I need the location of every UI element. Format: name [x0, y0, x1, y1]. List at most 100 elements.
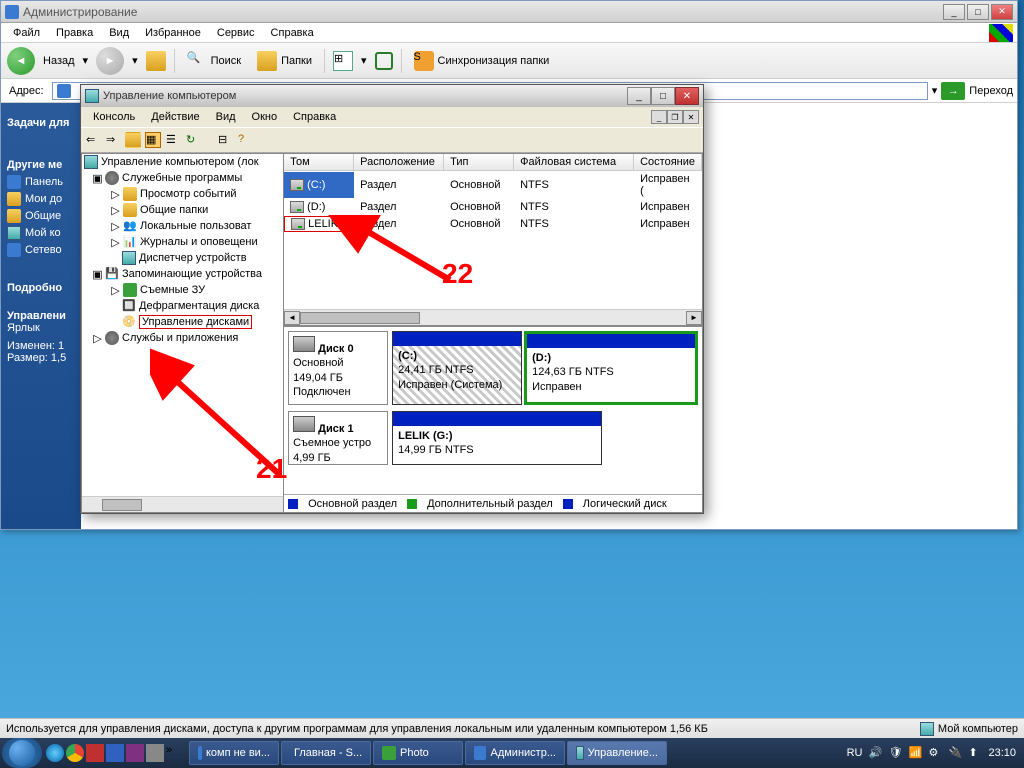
ql-ie-icon[interactable] — [46, 744, 64, 762]
col-state[interactable]: Состояние — [634, 154, 702, 170]
subwin-close[interactable]: ✕ — [683, 110, 699, 124]
col-fs[interactable]: Файловая система — [514, 154, 634, 170]
expand-icon[interactable]: ▷ — [110, 285, 121, 296]
go-button[interactable]: → — [941, 82, 965, 100]
mmc-menu-console[interactable]: Консоль — [85, 109, 143, 125]
volume-header[interactable]: Том Расположение Тип Файловая система Со… — [284, 154, 702, 171]
tb-back-icon[interactable]: ⇐ — [85, 132, 101, 148]
volume-g-box[interactable]: LELIK (G:) 14,99 ГБ NTFS — [392, 411, 602, 465]
volume-list[interactable]: Том Расположение Тип Файловая система Со… — [284, 154, 702, 309]
tree-item[interactable]: ▷Просмотр событий — [82, 186, 283, 202]
start-button[interactable] — [2, 738, 42, 768]
tree-services[interactable]: ▷Службы и приложения — [82, 330, 283, 346]
views-icon[interactable]: ⊞ — [333, 51, 353, 71]
address-dropdown-icon[interactable]: ▾ — [932, 84, 938, 97]
up-icon[interactable] — [146, 51, 166, 71]
explorer-titlebar[interactable]: Администрирование _ □ ✕ — [1, 1, 1017, 23]
menu-view[interactable]: Вид — [101, 25, 137, 41]
menu-edit[interactable]: Правка — [48, 25, 101, 41]
mmc-minimize-button[interactable]: _ — [627, 87, 651, 105]
ql-app-icon[interactable] — [86, 744, 104, 762]
disk-layout-pane[interactable]: Диск 0 Основной 149,04 ГБ Подключен (C:)… — [284, 325, 702, 494]
tree-storage[interactable]: ▣💾Запоминающие устройства — [82, 266, 283, 282]
close-button[interactable]: ✕ — [991, 4, 1013, 20]
tree-item[interactable]: 🔲Дефрагментация диска — [82, 298, 283, 314]
tb-refresh-icon[interactable]: ↻ — [185, 132, 201, 148]
tree-system-tools[interactable]: ▣Служебные программы — [82, 170, 283, 186]
menu-tools[interactable]: Сервис — [209, 25, 263, 41]
volume-row[interactable]: (C:) Раздел Основной NTFS Исправен ( — [284, 171, 702, 199]
mmc-titlebar[interactable]: Управление компьютером _ □ ✕ — [81, 85, 703, 107]
refresh-icon[interactable] — [375, 52, 393, 70]
mmc-menu-help[interactable]: Справка — [285, 109, 344, 125]
ql-app-icon[interactable] — [126, 744, 144, 762]
expand-icon[interactable]: ▷ — [110, 205, 121, 216]
taskbar-item[interactable]: Photo — [373, 741, 463, 765]
disk1-info[interactable]: Диск 1 Съемное устро 4,99 ГБ — [288, 411, 388, 465]
tray-icon[interactable]: ⬆ — [968, 746, 982, 760]
tray-icon[interactable]: 🔌 — [948, 746, 962, 760]
col-type[interactable]: Тип — [444, 154, 514, 170]
back-dropdown-icon[interactable]: ▾ — [83, 54, 89, 67]
collapse-icon[interactable]: ▣ — [92, 269, 103, 280]
tray-icon[interactable]: ⚙ — [928, 746, 942, 760]
back-button[interactable]: ◄ — [7, 47, 35, 75]
tb-forward-icon[interactable]: ⇒ — [105, 132, 121, 148]
disk-row[interactable]: Диск 0 Основной 149,04 ГБ Подключен (C:)… — [288, 331, 698, 405]
tree-item[interactable]: ▷📊Журналы и оповещени — [82, 234, 283, 250]
taskbar-item[interactable]: Главная - S... — [281, 741, 371, 765]
go-label[interactable]: Переход — [969, 85, 1013, 97]
ql-app-icon[interactable] — [106, 744, 124, 762]
place-link[interactable]: Общие — [7, 209, 75, 223]
taskbar-item[interactable]: комп не ви... — [189, 741, 279, 765]
col-layout[interactable]: Расположение — [354, 154, 444, 170]
place-link[interactable]: Сетево — [7, 243, 75, 257]
tree-disk-mgmt[interactable]: 📀Управление дисками — [82, 314, 283, 330]
taskbar-item-active[interactable]: Управление... — [567, 741, 667, 765]
volume-row[interactable]: LELIK Раздел Основной NTFS Исправен — [284, 215, 702, 233]
menu-file[interactable]: Файл — [5, 25, 48, 41]
folders-button[interactable]: Папки — [253, 49, 316, 73]
mmc-menu-action[interactable]: Действие — [143, 109, 207, 125]
ql-app-icon[interactable] — [146, 744, 164, 762]
forward-button[interactable]: ► — [96, 47, 124, 75]
tree-hscrollbar[interactable] — [82, 496, 283, 512]
sync-button[interactable]: SСинхронизация папки — [410, 49, 554, 73]
ql-chrome-icon[interactable] — [66, 744, 84, 762]
tree-item[interactable]: ▷Общие папки — [82, 202, 283, 218]
collapse-icon[interactable]: ▣ — [92, 173, 103, 184]
tb-show-hide-icon[interactable]: ▦ — [145, 132, 161, 148]
minimize-button[interactable]: _ — [943, 4, 965, 20]
expand-icon[interactable]: ▷ — [92, 333, 103, 344]
expand-icon[interactable]: ▷ — [110, 237, 121, 248]
scroll-right-icon[interactable]: ► — [686, 311, 702, 325]
mmc-tree[interactable]: Управление компьютером (лок ▣Служебные п… — [81, 153, 284, 513]
maximize-button[interactable]: □ — [967, 4, 989, 20]
volume-d-box[interactable]: (D:) 124,63 ГБ NTFS Исправен — [524, 331, 698, 405]
scrollbar-thumb[interactable] — [102, 499, 142, 511]
tray-icon[interactable]: 🛡 — [888, 746, 902, 760]
volume-c-box[interactable]: (C:) 24,41 ГБ NTFS Исправен (Система) — [392, 331, 522, 405]
tree-item[interactable]: Диспетчер устройств — [82, 250, 283, 266]
tb-up-icon[interactable] — [125, 132, 141, 148]
tray-icon[interactable]: 🔊 — [868, 746, 882, 760]
tb-settings-icon[interactable]: ⊟ — [217, 132, 233, 148]
place-link[interactable]: Мои до — [7, 192, 75, 206]
volume-row[interactable]: (D:) Раздел Основной NTFS Исправен — [284, 199, 702, 215]
menu-help[interactable]: Справка — [263, 25, 322, 41]
taskbar-item[interactable]: Администр... — [465, 741, 565, 765]
forward-dropdown-icon[interactable]: ▾ — [132, 54, 138, 67]
menu-favorites[interactable]: Избранное — [137, 25, 209, 41]
scrollbar-thumb[interactable] — [300, 312, 420, 324]
tree-root[interactable]: Управление компьютером (лок — [82, 154, 283, 170]
tb-help-icon[interactable]: ? — [237, 132, 253, 148]
place-link[interactable]: Мой ко — [7, 226, 75, 240]
expand-icon[interactable]: ▷ — [110, 189, 121, 200]
mmc-menu-view[interactable]: Вид — [208, 109, 244, 125]
col-volume[interactable]: Том — [284, 154, 354, 170]
disk0-info[interactable]: Диск 0 Основной 149,04 ГБ Подключен — [288, 331, 388, 405]
list-hscrollbar[interactable]: ◄ ► — [284, 309, 702, 325]
search-button[interactable]: 🔍Поиск — [183, 49, 245, 73]
subwin-minimize[interactable]: _ — [651, 110, 667, 124]
mmc-menu-window[interactable]: Окно — [244, 109, 286, 125]
